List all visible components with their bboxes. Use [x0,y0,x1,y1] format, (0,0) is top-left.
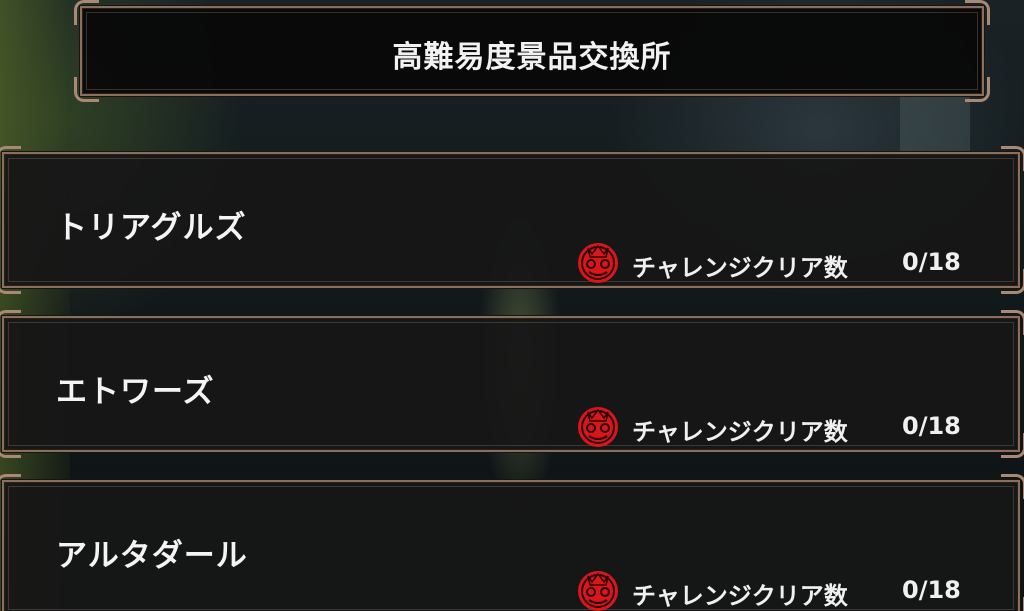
challenge-progress: チャレンジクリア数 0/18 [576,568,976,611]
game-background: 高難易度景品交換所 トリアグルズ チャレンジクリア数 0/18 エトワーズ チャ… [0,0,1024,611]
ornament-corner [1001,269,1024,294]
card-title: エトワーズ [56,374,215,410]
card-title: トリアグルズ [56,210,247,246]
progress-label: チャレンジクリア数 [632,582,848,610]
ornament-corner [0,269,21,294]
progress-value: 0/18 [902,576,961,604]
title-banner: 高難易度景品交換所 [74,0,990,102]
ornament-corner [1001,433,1024,458]
challenge-progress: チャレンジクリア数 0/18 [576,240,976,284]
ornament-corner [0,474,21,499]
prize-exchange-card-3[interactable]: アルタダール チャレンジクリア数 0/18 [0,474,1024,611]
progress-label: チャレンジクリア数 [632,418,848,446]
ornament-corner [0,146,21,171]
ornament-corner [1001,597,1024,611]
ornament-corner [1001,146,1024,171]
ornament-corner [965,0,990,25]
ornament-corner [1001,474,1024,499]
background-pillar [900,96,970,156]
ornament-corner [0,433,21,458]
challenge-progress: チャレンジクリア数 0/18 [576,404,976,448]
progress-value: 0/18 [902,248,961,276]
card-title: アルタダール [56,538,248,574]
page-title: 高難易度景品交換所 [392,40,672,75]
ornament-corner [1001,310,1024,335]
progress-value: 0/18 [902,412,961,440]
prize-exchange-card-2[interactable]: エトワーズ チャレンジクリア数 0/18 [0,310,1024,458]
ornament-corner [0,597,21,611]
progress-label: チャレンジクリア数 [632,254,848,282]
ornament-corner [965,77,990,102]
red-demon-medal-icon [578,243,618,283]
ornament-corner [74,0,99,25]
ornament-corner [74,77,99,102]
red-demon-medal-icon [578,571,618,611]
red-demon-medal-icon [578,407,618,447]
ornament-corner [0,310,21,335]
prize-exchange-card-1[interactable]: トリアグルズ チャレンジクリア数 0/18 [0,146,1024,294]
